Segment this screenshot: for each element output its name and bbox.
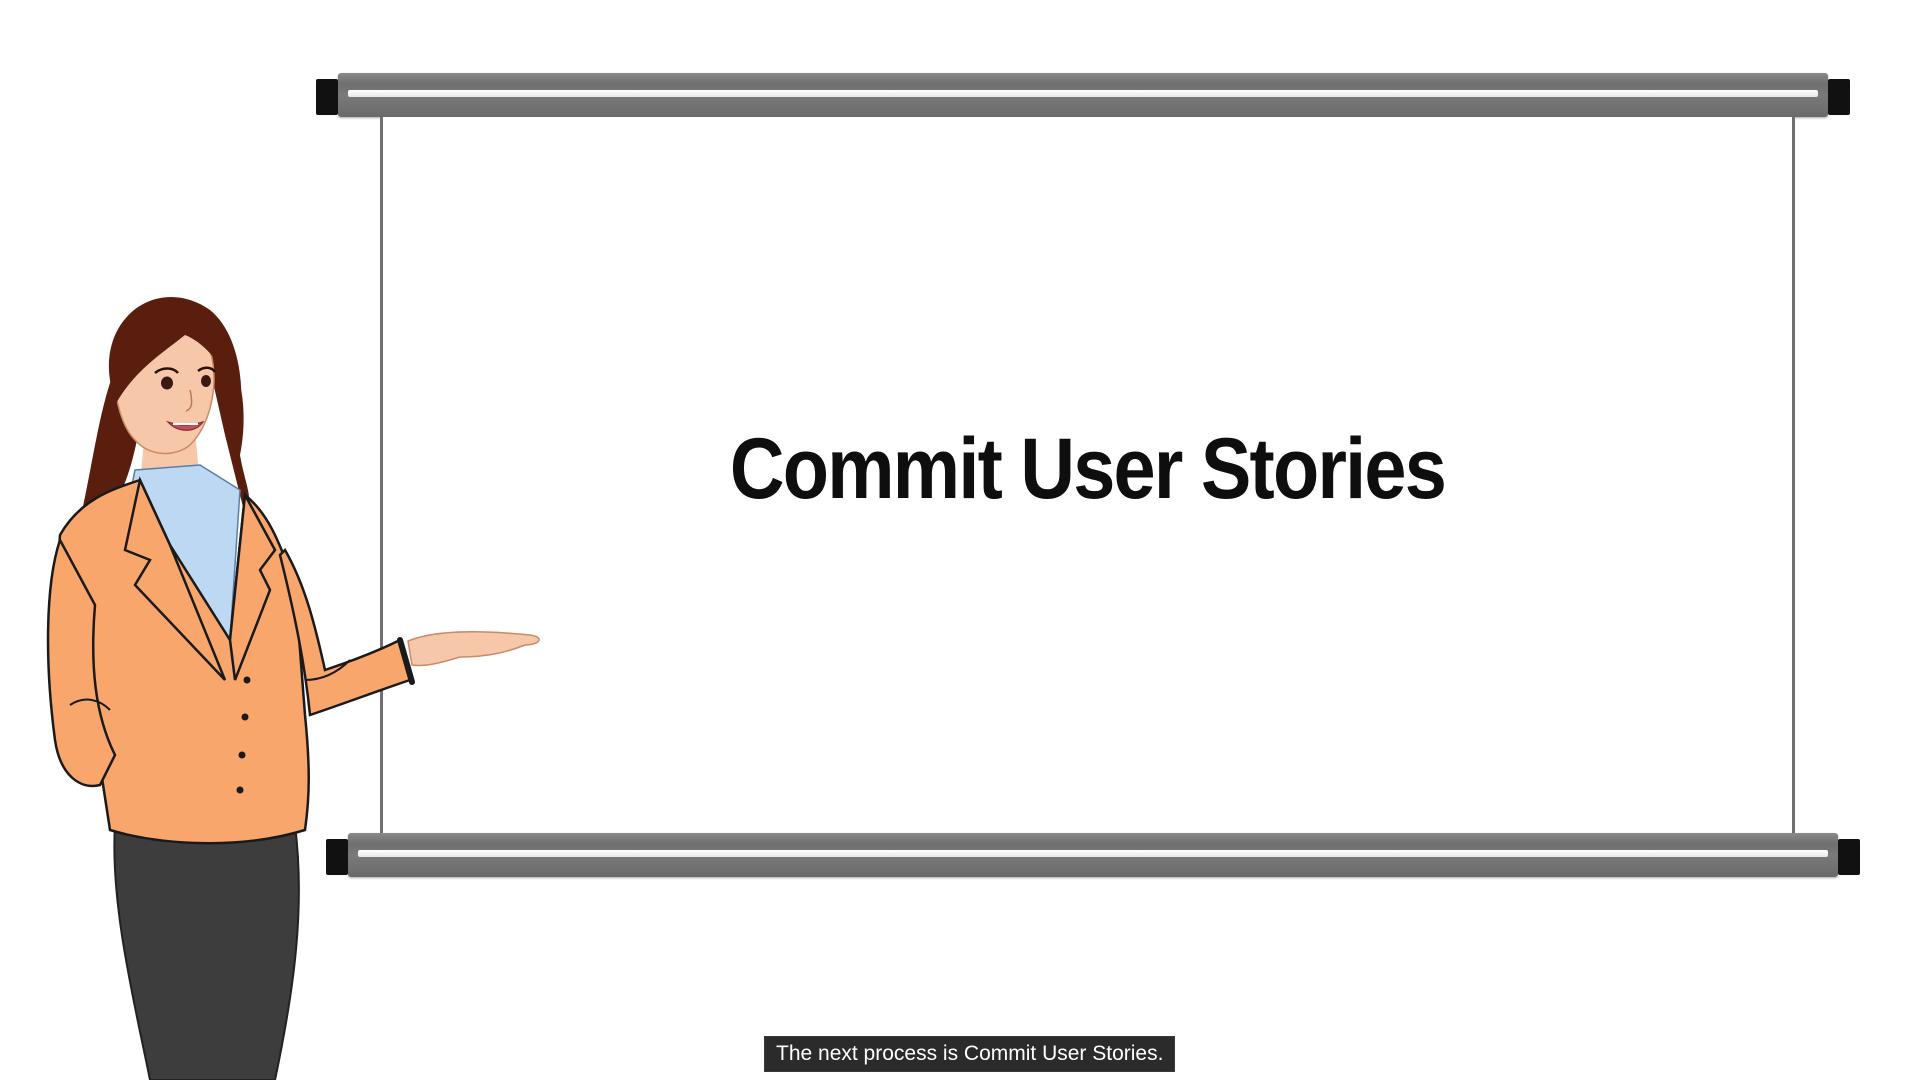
screen-bottom-roller xyxy=(348,833,1838,877)
roller-highlight xyxy=(348,90,1818,97)
roller-end-cap xyxy=(1828,79,1850,115)
subtitle-caption: The next process is Commit User Stories. xyxy=(764,1036,1176,1072)
roller-highlight xyxy=(358,850,1828,857)
screen-panel: Commit User Stories xyxy=(380,117,1795,833)
presentation-scene: Commit User Stories The next process is … xyxy=(0,0,1920,1080)
roller-end-cap xyxy=(1838,839,1860,875)
roller-end-cap xyxy=(316,79,338,115)
skirt xyxy=(113,824,300,1080)
slide-title: Commit User Stories xyxy=(729,421,1447,517)
screen-top-roller xyxy=(338,73,1828,117)
presenter-illustration xyxy=(46,297,540,1080)
pointing-hand xyxy=(407,631,540,667)
